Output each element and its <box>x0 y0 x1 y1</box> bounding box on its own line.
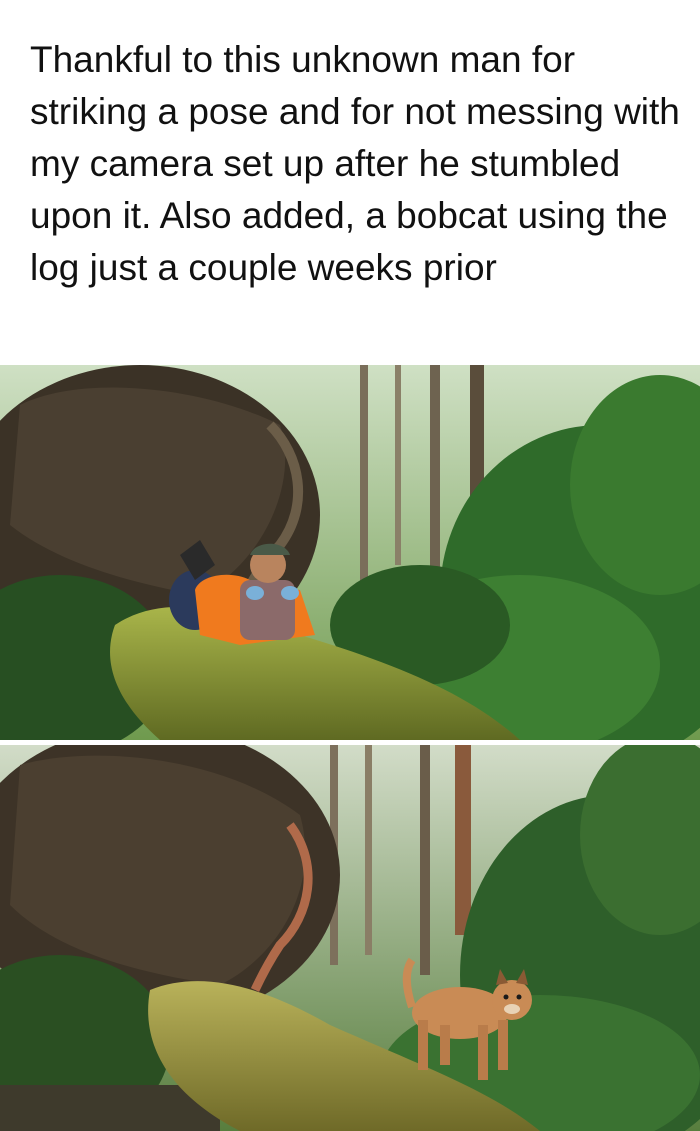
photo-man-on-log-image <box>0 365 700 740</box>
photo-bobcat-on-log[interactable] <box>0 745 700 1131</box>
post-caption: Thankful to this unknown man for strikin… <box>30 39 680 288</box>
photo-bobcat-on-log-image <box>0 745 700 1131</box>
photo-man-on-log[interactable] <box>0 365 700 740</box>
